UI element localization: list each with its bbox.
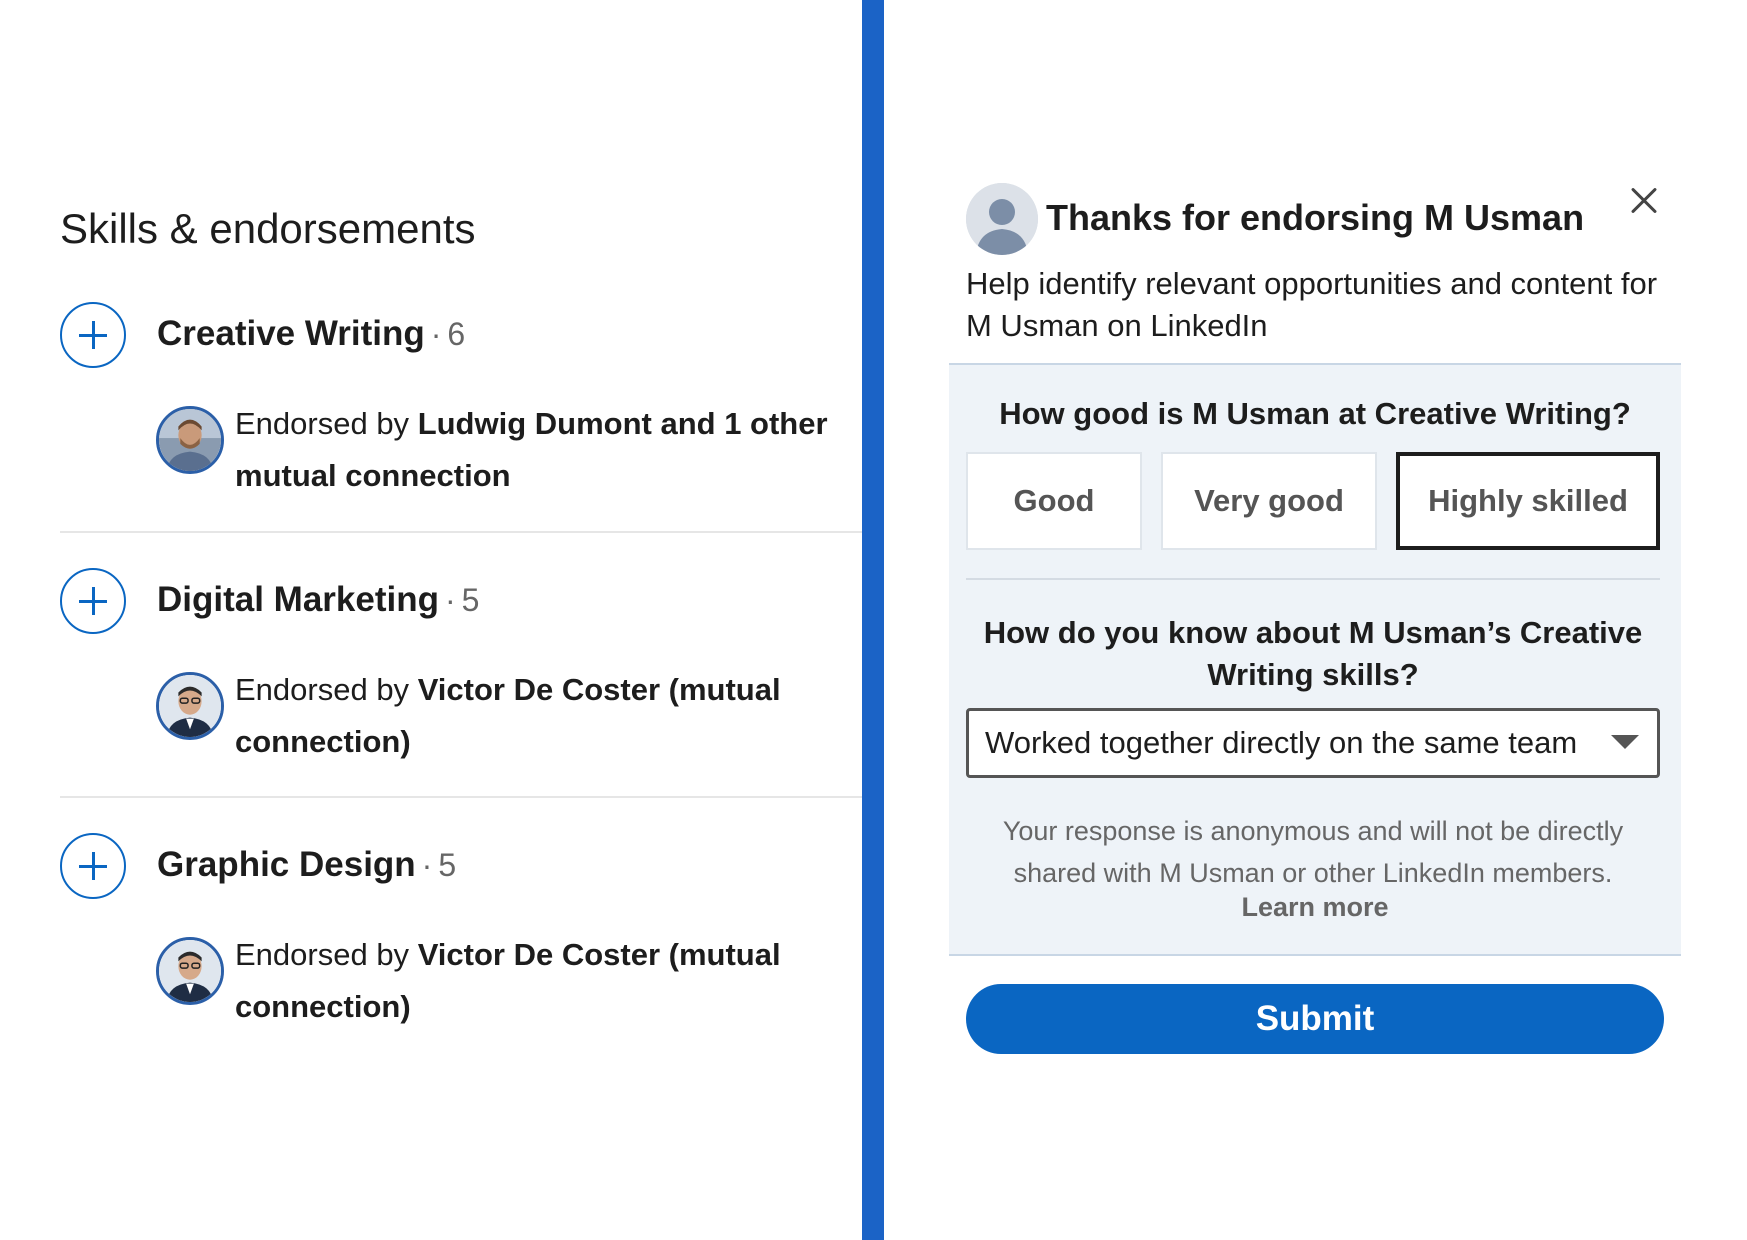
submit-button[interactable]: Submit [966, 984, 1664, 1054]
endorsement-summary: Endorsed by Ludwig Dumont and 1 other mu… [235, 398, 835, 502]
skills-endorsements-panel: Skills & endorsements Creative Writing · 6… [0, 0, 862, 1240]
person-photo-icon [159, 409, 221, 471]
panel-separator [862, 0, 884, 1240]
learn-more-wrapper: Learn more [949, 894, 1681, 921]
skill-header: Graphic Design · 5 [157, 847, 456, 882]
divider [60, 796, 862, 798]
learn-more-link[interactable]: Learn more [1241, 892, 1388, 922]
caret-down-icon [1611, 735, 1639, 749]
avatar[interactable] [156, 937, 224, 1005]
person-photo-icon [159, 940, 221, 1002]
endorsed-by-label: Endorsed by [235, 672, 410, 707]
avatar[interactable] [156, 406, 224, 474]
modal-subtitle: Help identify relevant opportunities and… [966, 266, 1658, 343]
endorse-plus-button[interactable] [60, 833, 126, 899]
relationship-question: How do you know about M Usman’s Creative… [983, 615, 1643, 692]
skill-header: Creative Writing · 6 [157, 316, 465, 351]
anonymity-note: Your response is anonymous and will not … [1002, 816, 1624, 888]
level-option-highly-skilled[interactable]: Highly skilled [1396, 452, 1660, 550]
endorsement-summary: Endorsed by Victor De Coster (mutual con… [235, 929, 835, 1033]
endorsed-by-label: Endorsed by [235, 937, 410, 972]
endorsement-form: How good is M Usman at Creative Writing?… [949, 363, 1681, 956]
endorsement-count[interactable]: 5 [462, 582, 480, 618]
modal-title: Thanks for endorsing M Usman [1046, 197, 1585, 238]
endorsement-count[interactable]: 5 [438, 847, 456, 883]
skill-name[interactable]: Graphic Design [157, 845, 416, 884]
close-button[interactable] [1622, 178, 1666, 222]
endorsement-modal: Thanks for endorsing M Usman Help identi… [884, 0, 1747, 1240]
count-separator: · [444, 582, 456, 618]
endorsement-summary: Endorsed by Victor De Coster (mutual con… [235, 664, 835, 768]
endorse-plus-button[interactable] [60, 302, 126, 368]
section-title: Skills & endorsements [60, 205, 476, 252]
person-photo-icon [159, 675, 221, 737]
endorsed-by-label: Endorsed by [235, 406, 410, 441]
level-option-good[interactable]: Good [966, 452, 1142, 550]
count-separator: · [430, 316, 442, 352]
endorsement-count[interactable]: 6 [447, 316, 465, 352]
relationship-select-value: Worked together directly on the same tea… [985, 725, 1578, 760]
divider [60, 531, 862, 533]
skill-name[interactable]: Digital Marketing [157, 580, 439, 619]
level-option-very-good[interactable]: Very good [1161, 452, 1377, 550]
endorse-plus-button[interactable] [60, 568, 126, 634]
default-profile-icon [966, 183, 1038, 255]
skill-header: Digital Marketing · 5 [157, 582, 479, 617]
avatar [966, 183, 1038, 255]
skill-name[interactable]: Creative Writing [157, 314, 425, 353]
divider [966, 578, 1660, 580]
count-separator: · [421, 847, 433, 883]
relationship-select[interactable]: Worked together directly on the same tea… [966, 708, 1660, 778]
avatar[interactable] [156, 672, 224, 740]
skill-level-question: How good is M Usman at Creative Writing? [999, 396, 1631, 431]
